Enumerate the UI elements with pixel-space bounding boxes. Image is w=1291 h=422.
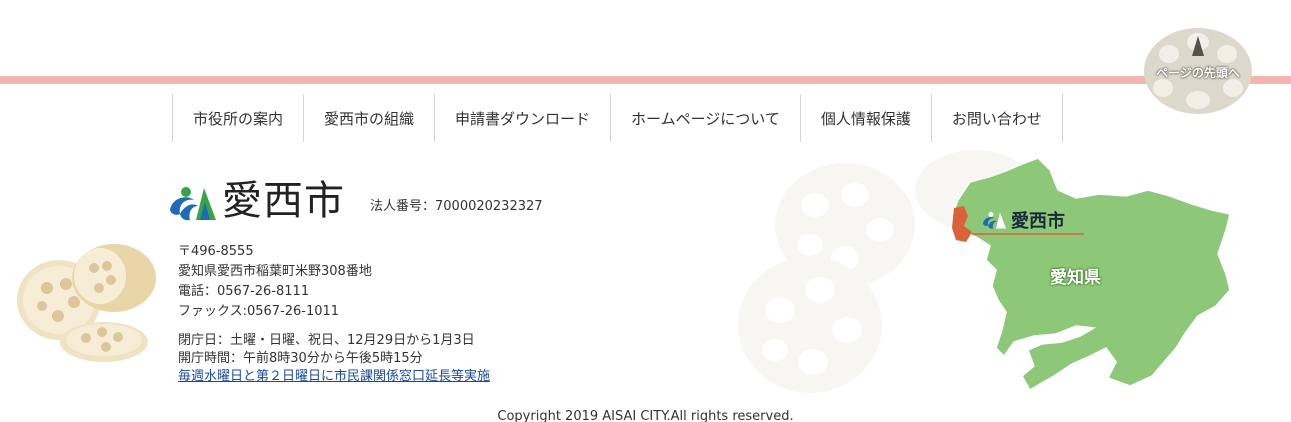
nav-item-organization[interactable]: 愛西市の組織 — [303, 94, 434, 142]
office-hours-block: 閉庁日：土曜・日曜、祝日、12月29日から1月3日 開庁時間：午前8時30分から… — [178, 332, 490, 386]
phone-number: 電話：0567-26-8111 — [178, 284, 310, 299]
copyright-notice: Copyright 2019 AISAI CITY.All rights res… — [497, 409, 794, 422]
nav-item-about-website[interactable]: ホームページについて — [610, 94, 800, 142]
map-city-label: 愛西市 — [1011, 211, 1065, 232]
nav-item-privacy[interactable]: 個人情報保護 — [799, 94, 931, 142]
fax-number: ファックス:0567-26-1011 — [178, 304, 340, 319]
footer-navigation: 市役所の案内 愛西市の組織 申請書ダウンロード ホームページについて 個人情報保… — [172, 94, 1063, 142]
office-hours: 開庁時間：午前8時30分から午後5時15分 — [178, 351, 423, 366]
nav-item-city-hall-guide[interactable]: 市役所の案内 — [172, 94, 303, 142]
header-divider-rule — [0, 76, 1291, 84]
lotus-root-illustration — [17, 244, 156, 362]
corporate-number: 法人番号：7000020232327 — [370, 199, 543, 214]
back-to-top-label: ページの先頭へ — [1156, 66, 1240, 80]
map-city-emblem-icon — [983, 212, 1006, 229]
nav-item-form-downloads[interactable]: 申請書ダウンロード — [434, 94, 610, 142]
extended-hours-link[interactable]: 毎週水曜日と第２日曜日に市民課関係窓口延長等実施 — [178, 369, 490, 384]
map-prefecture-label: 愛知県 — [1050, 268, 1101, 288]
street-address: 愛知県愛西市稲葉町米野308番地 — [178, 264, 372, 279]
nav-item-contact[interactable]: お問い合わせ — [930, 94, 1063, 142]
postal-code: 〒496-8555 — [178, 244, 254, 259]
back-to-top-button[interactable]: ページの先頭へ — [1139, 26, 1257, 116]
contact-address-block: 〒496-8555 愛知県愛西市稲葉町米野308番地 電話：0567-26-81… — [178, 242, 372, 322]
closed-days: 閉庁日：土曜・日曜、祝日、12月29日から1月3日 — [178, 333, 475, 348]
aisai-city-emblem-icon — [170, 187, 216, 221]
city-name-heading: 愛西市 — [222, 178, 345, 224]
city-logo[interactable]: 愛西市 — [166, 180, 345, 222]
